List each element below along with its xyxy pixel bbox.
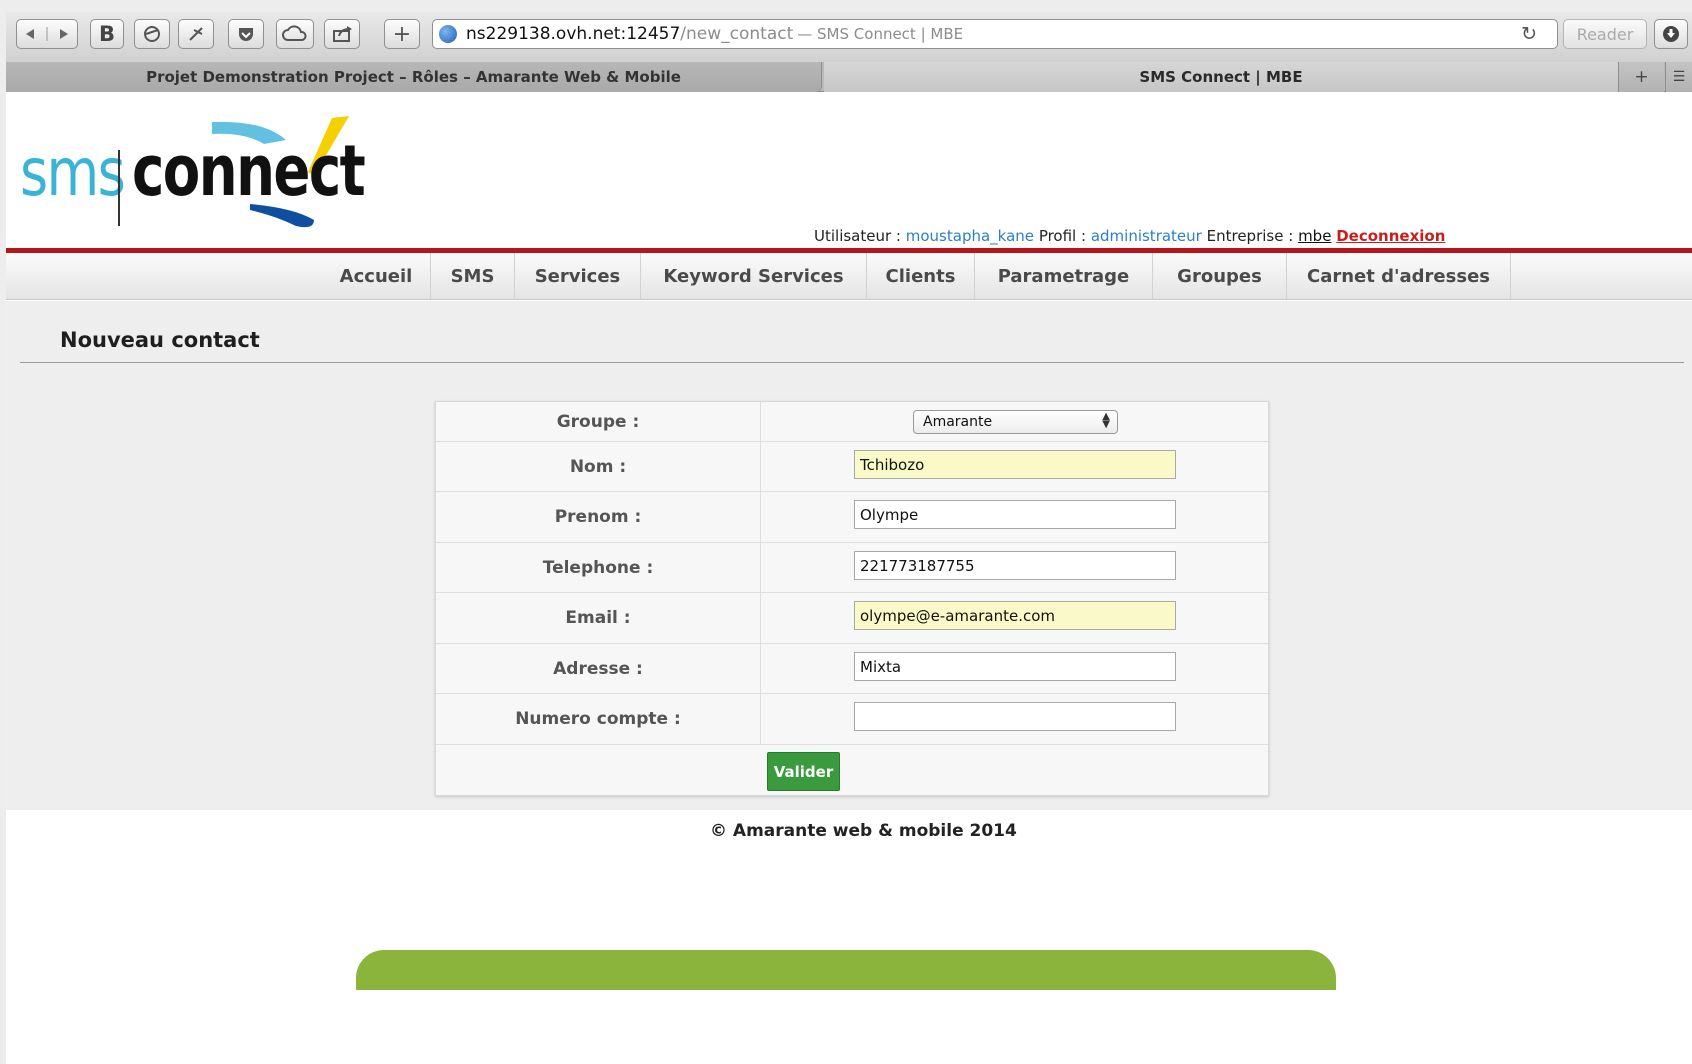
telephone-input[interactable]: 221773187755 [854, 551, 1176, 580]
main-content: Nouveau contact Groupe : Amarante ▲ ▼ Nom… [6, 301, 1692, 810]
form-row-groupe: Groupe : Amarante ▲ ▼ [436, 402, 1268, 442]
valider-button[interactable]: Valider [767, 752, 840, 791]
main-navigation: Accueil SMS Services Keyword Services Cl… [6, 253, 1692, 300]
url-path: /new_contact [680, 24, 794, 44]
site-header: sms connect Utilisateur : moustapha_kane… [6, 92, 1692, 249]
email-label: Email : [436, 593, 761, 643]
form-row-nom: Nom : Tchibozo [436, 442, 1268, 492]
url-page-title: — SMS Connect | MBE [797, 25, 964, 43]
sms-connect-logo[interactable]: sms connect [14, 112, 366, 228]
telephone-field-cell: 221773187755 [761, 543, 1268, 592]
reader-button[interactable]: Reader [1563, 19, 1647, 49]
profile-link[interactable]: administrateur [1091, 227, 1202, 245]
select-arrows-icon: ▲ ▼ [1102, 411, 1110, 430]
page-title: Nouveau contact [60, 328, 260, 352]
pocket-icon[interactable] [228, 19, 264, 49]
form-row-email: Email : olympe@e-amarante.com [436, 593, 1268, 644]
url-host: ns229138.ovh.net:12457 [466, 24, 681, 44]
back-forward-buttons[interactable] [16, 19, 78, 49]
nom-field-cell: Tchibozo [761, 442, 1268, 491]
share-icon[interactable] [324, 19, 360, 49]
nav-item-clients[interactable]: Clients [867, 253, 975, 300]
user-info-bar: Utilisateur : moustapha_kane Profil : ad… [814, 227, 1445, 245]
footer-copyright: © Amarante web & mobile 2014 [710, 821, 1017, 841]
title-divider [20, 362, 1684, 363]
logo-text-connect: connect [132, 130, 366, 212]
nav-item-keyword-services[interactable]: Keyword Services [641, 253, 867, 300]
numero-compte-input[interactable] [854, 702, 1176, 731]
form-row-numero-compte: Numero compte : [436, 694, 1268, 745]
groupe-select[interactable]: Amarante ▲ ▼ [913, 410, 1118, 434]
tab-sms-connect[interactable]: SMS Connect | MBE [824, 62, 1618, 92]
profile-label: Profil : [1038, 227, 1087, 245]
adresse-field-cell: Mixta [761, 644, 1268, 693]
site-footer: © Amarante web & mobile 2014 [6, 810, 1692, 850]
numero-compte-field-cell [761, 694, 1268, 744]
adresse-label: Adresse : [436, 644, 761, 693]
numero-compte-label: Numero compte : [436, 694, 761, 744]
telephone-label: Telephone : [436, 543, 761, 592]
company-link[interactable]: mbe [1298, 227, 1331, 245]
bookmark-b-icon[interactable]: B [90, 19, 124, 49]
nav-item-groupes[interactable]: Groupes [1153, 253, 1287, 300]
add-icon[interactable]: + [384, 19, 420, 49]
groupe-selected-value: Amarante [923, 414, 993, 430]
history-icon[interactable] [134, 19, 170, 49]
groupe-label: Groupe : [436, 402, 761, 441]
email-field-cell: olympe@e-amarante.com [761, 593, 1268, 643]
tab-projet-demonstration[interactable]: Projet Demonstration Project – Rôles – A… [6, 62, 822, 92]
user-link[interactable]: moustapha_kane [906, 227, 1034, 245]
web-page: sms connect Utilisateur : moustapha_kane… [6, 92, 1692, 1064]
nav-item-accueil[interactable]: Accueil [322, 253, 431, 300]
nav-item-parametrage[interactable]: Parametrage [975, 253, 1153, 300]
browser-tab-bar: Projet Demonstration Project – Rôles – A… [6, 62, 1692, 92]
email-input[interactable]: olympe@e-amarante.com [854, 601, 1176, 630]
adresse-input[interactable]: Mixta [854, 652, 1176, 681]
company-label: Entreprise : [1206, 227, 1294, 245]
tools-icon[interactable] [178, 19, 214, 49]
downloads-icon[interactable] [1654, 19, 1688, 49]
nav-item-carnet-adresses[interactable]: Carnet d'adresses [1287, 253, 1511, 300]
cloud-icon[interactable] [276, 19, 314, 49]
browser-toolbar: B + ns229138.ovh.net:12457 /new_contact … [6, 12, 1692, 66]
globe-icon [439, 25, 457, 43]
address-bar[interactable]: ns229138.ovh.net:12457 /new_contact — SM… [432, 19, 1558, 49]
logo-divider [118, 150, 120, 226]
logout-link[interactable]: Deconnexion [1336, 227, 1445, 245]
nom-input[interactable]: Tchibozo [854, 450, 1176, 479]
new-tab-button[interactable]: + [1618, 62, 1664, 92]
logo-text-sms: sms [20, 134, 126, 211]
nav-item-sms[interactable]: SMS [431, 253, 515, 300]
prenom-input[interactable]: Olympe [854, 500, 1176, 529]
back-forward-icon [26, 27, 68, 41]
new-contact-form: Groupe : Amarante ▲ ▼ Nom : Tchibozo Pren… [435, 401, 1269, 796]
form-row-adresse: Adresse : Mixta [436, 644, 1268, 694]
reload-icon[interactable]: ↻ [1521, 23, 1537, 45]
prenom-field-cell: Olympe [761, 492, 1268, 542]
form-row-prenom: Prenom : Olympe [436, 492, 1268, 543]
nom-label: Nom : [436, 442, 761, 491]
nav-item-services[interactable]: Services [515, 253, 641, 300]
green-banner [356, 950, 1336, 990]
tab-overview-icon[interactable]: ☰ [1665, 62, 1692, 92]
form-row-telephone: Telephone : 221773187755 [436, 543, 1268, 593]
user-label: Utilisateur : [814, 227, 901, 245]
groupe-field-cell: Amarante ▲ ▼ [761, 402, 1268, 441]
prenom-label: Prenom : [436, 492, 761, 542]
